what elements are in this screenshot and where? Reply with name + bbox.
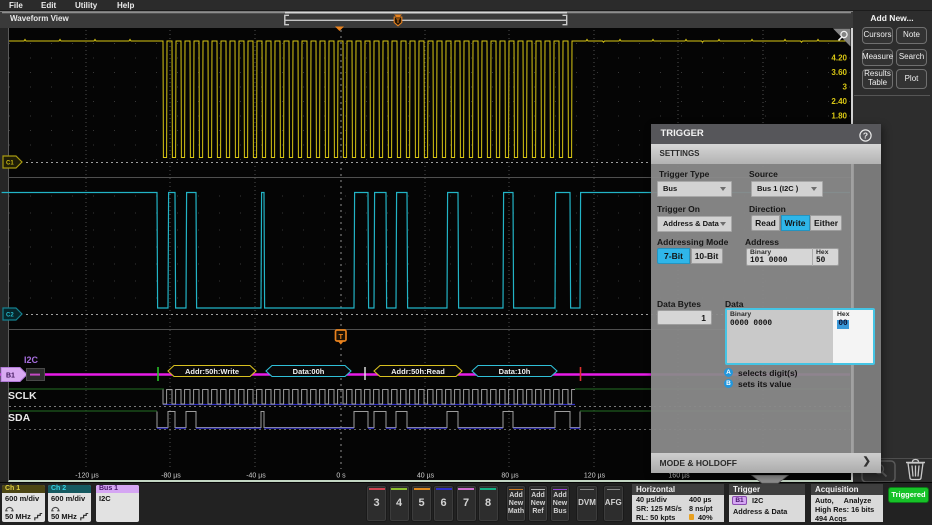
svg-text:?: ? (862, 130, 867, 140)
